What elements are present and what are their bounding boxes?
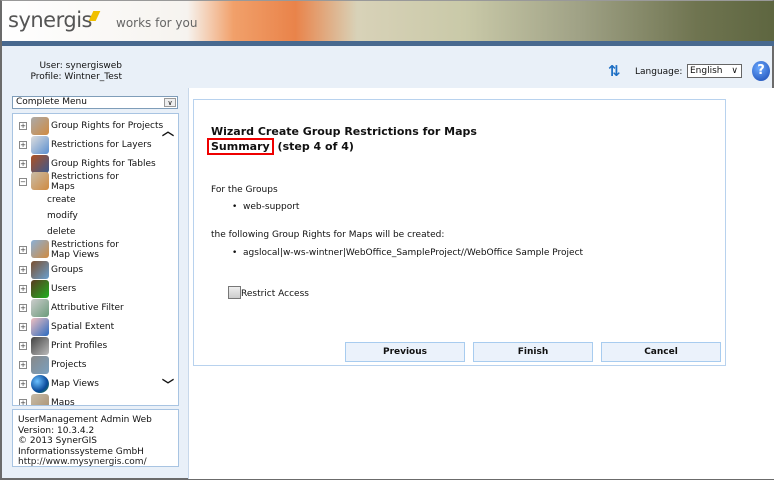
tree-label: Attributive Filter [51,303,124,313]
expand-icon[interactable]: + [19,399,27,405]
tree-item-maps[interactable]: + Maps [19,394,75,406]
collapse-icon[interactable]: − [19,178,27,186]
tree-item-spatial-extent[interactable]: + Spatial Extent [19,318,114,336]
expand-icon[interactable]: + [19,160,27,168]
right-item: • agslocal|w-ws-wintner|WebOffice_Sample… [232,248,584,258]
chevron-down-icon: ∨ [164,98,176,107]
language-value: English [690,66,723,76]
map-view-user-icon [31,240,49,258]
wizard-title: Wizard Create Group Restrictions for Map… [211,125,477,138]
scroll-down-icon[interactable]: ﹀ [162,376,174,393]
tree-label: Group Rights for Projects [51,121,164,131]
tree-item-groups[interactable]: + Groups [19,261,83,279]
groups-intro: For the Groups [211,185,278,195]
expand-icon[interactable]: + [19,266,27,274]
app-name: UserManagement Admin Web [18,415,152,425]
help-icon[interactable]: ? [752,61,770,81]
copyright: © 2013 SynerGIS [18,436,97,446]
profile-name: Profile: Wintner_Test [30,72,122,82]
tree-label: Restrictions for Map Views [51,240,119,260]
filter-icon [31,299,49,317]
previous-button[interactable]: Previous [345,342,465,362]
wizard-panel: Wizard Create Group Restrictions for Map… [193,99,726,366]
group-item: • web-support [232,202,300,212]
step-info: (step 4 of 4) [277,140,354,153]
step-name: Summary [207,138,274,155]
expand-icon[interactable]: + [19,285,27,293]
tree-label: Restrictions for Maps [51,172,119,192]
tagline: works for you [116,16,198,30]
table-user-icon [31,155,49,173]
tree-item-attributive-filter[interactable]: + Attributive Filter [19,299,124,317]
tree-item-group-rights-projects[interactable]: + Group Rights for Projects [19,117,163,135]
header-divider [2,41,774,46]
wizard-step: Summary (step 4 of 4) [207,138,354,155]
tree-subitem-delete[interactable]: delete [47,227,75,237]
restrict-access-label: Restrict Access [241,289,309,299]
tree-label: Projects [51,360,87,370]
header-banner: synergis works for you [2,1,774,41]
logo: synergis [8,8,92,32]
user-name: User: synergisweb [39,61,122,71]
tree-item-restrictions-maps[interactable]: − Restrictions for Maps [19,172,131,192]
tree-subitem-create[interactable]: create [47,195,76,205]
expand-icon[interactable]: + [19,323,27,331]
menu-tree: + Group Rights for Projects + Restrictions… [12,113,179,406]
spatial-extent-icon [31,318,49,336]
layers-icon [31,136,49,154]
finish-button[interactable]: Finish [473,342,593,362]
chevron-down-icon: ∨ [731,66,738,76]
tree-item-map-views[interactable]: + Map Views [19,375,99,393]
globe-icon [31,375,49,393]
app-window: synergis works for you User: synergisweb… [0,0,774,480]
app-info: UserManagement Admin Web Version: 10.3.4… [12,409,179,467]
groups-icon [31,261,49,279]
right-name: agslocal|w-ws-wintner|WebOffice_SamplePr… [243,248,584,258]
expand-icon[interactable]: + [19,122,27,130]
language-label: Language: [635,67,683,77]
company: Informationssysteme GmbH [18,446,144,457]
language-select[interactable]: English ∨ [687,64,742,78]
tree-label: Maps [51,398,75,406]
map-icon [31,394,49,405]
tree-label: Users [51,284,77,294]
projects-icon [31,356,49,374]
expand-icon[interactable]: + [19,141,27,149]
tree-item-projects[interactable]: + Projects [19,356,86,374]
menu-select[interactable]: Complete Menu ∨ [12,96,178,109]
printer-icon [31,337,49,355]
map-user-icon [31,172,49,190]
rights-intro: the following Group Rights for Maps will… [211,230,445,240]
tree-item-print-profiles[interactable]: + Print Profiles [19,337,107,355]
menu-select-value: Complete Menu [16,97,87,107]
tree-item-group-rights-tables[interactable]: + Group Rights for Tables [19,155,156,173]
expand-icon[interactable]: + [19,380,27,388]
restrict-access-checkbox[interactable] [228,286,241,299]
restrict-access-option[interactable]: Restrict Access [228,286,309,299]
app-version: Version: 10.3.4.2 [18,425,95,436]
tree-label: Group Rights for Tables [51,159,156,169]
tree-label: Print Profiles [51,341,108,351]
tree-label: Map Views [51,379,99,389]
cancel-button[interactable]: Cancel [601,342,721,362]
refresh-icon[interactable]: ⇅ [608,62,621,80]
user-info: User: synergisweb Profile: Wintner_Test [12,61,122,83]
expand-icon[interactable]: + [19,342,27,350]
scroll-up-icon[interactable]: ︿ [162,122,174,139]
tree-label: Groups [51,265,84,275]
tree-label: Spatial Extent [51,322,115,332]
group-name: web-support [243,202,300,212]
expand-icon[interactable]: + [19,304,27,312]
tree-subitem-modify[interactable]: modify [47,211,78,221]
tree-item-restrictions-map-views[interactable]: + Restrictions for Map Views [19,240,131,260]
expand-icon[interactable]: + [19,246,27,254]
tree-item-users[interactable]: + Users [19,280,76,298]
users-icon [31,280,49,298]
expand-icon[interactable]: + [19,361,27,369]
tree-label: Restrictions for Layers [51,140,152,150]
tree-item-restrictions-layers[interactable]: + Restrictions for Layers [19,136,152,154]
lock-user-icon [31,117,49,135]
company-link[interactable]: http://www.mysynergis.com/ [18,457,147,467]
